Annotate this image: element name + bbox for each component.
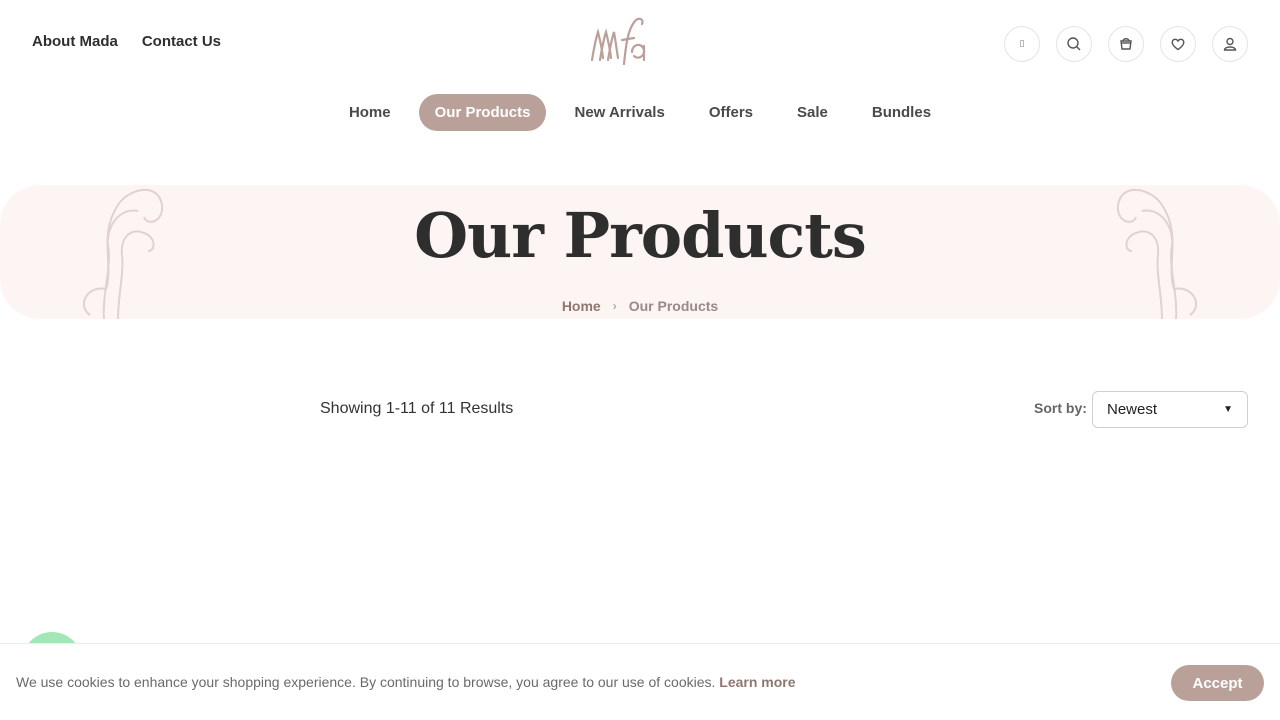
mada-logo[interactable] (588, 14, 650, 68)
top-links: About Mada Contact Us (32, 33, 221, 50)
language-icon: ▯ (1019, 39, 1025, 49)
cookie-banner: We use cookies to enhance your shopping … (0, 643, 1280, 720)
chevron-down-icon: ▼ (1223, 404, 1233, 415)
main-nav: Home Our Products New Arrivals Offers Sa… (0, 94, 1280, 131)
sort-value: Newest (1107, 401, 1158, 418)
search-button[interactable] (1056, 26, 1092, 62)
account-button[interactable] (1212, 26, 1248, 62)
nav-sale[interactable]: Sale (781, 94, 844, 131)
wishlist-button[interactable] (1160, 26, 1196, 62)
breadcrumb-current: Our Products (628, 298, 719, 314)
cookie-message: We use cookies to enhance your shopping … (16, 674, 796, 690)
search-icon (1067, 37, 1081, 51)
page-hero: Our Products Home › Our Products (0, 185, 1280, 319)
learn-more-link[interactable]: Learn more (719, 674, 795, 690)
breadcrumb-home[interactable]: Home (562, 298, 601, 314)
about-link[interactable]: About Mada (32, 33, 118, 50)
nav-new-arrivals[interactable]: New Arrivals (558, 94, 680, 131)
nav-home[interactable]: Home (333, 94, 407, 131)
nav-our-products[interactable]: Our Products (418, 94, 547, 131)
language-button[interactable]: ▯ (1004, 26, 1040, 62)
sort-label: Sort by: (1034, 400, 1087, 416)
accept-cookies-button[interactable]: Accept (1171, 665, 1264, 701)
cookie-text: We use cookies to enhance your shopping … (16, 674, 716, 690)
heart-icon (1171, 38, 1185, 51)
nav-bundles[interactable]: Bundles (856, 94, 947, 131)
results-count: Showing 1-11 of 11 Results (320, 400, 514, 417)
nav-offers[interactable]: Offers (693, 94, 769, 131)
cart-icon (1120, 38, 1132, 50)
header-actions: ▯ (1004, 26, 1248, 62)
cart-button[interactable] (1108, 26, 1144, 62)
sort-select[interactable]: Newest ▼ (1092, 391, 1248, 428)
chevron-right-icon: › (612, 299, 617, 313)
page-title: Our Products (414, 199, 867, 272)
contact-link[interactable]: Contact Us (142, 33, 221, 50)
breadcrumb: Home › Our Products (0, 298, 1280, 314)
user-icon (1223, 37, 1237, 51)
